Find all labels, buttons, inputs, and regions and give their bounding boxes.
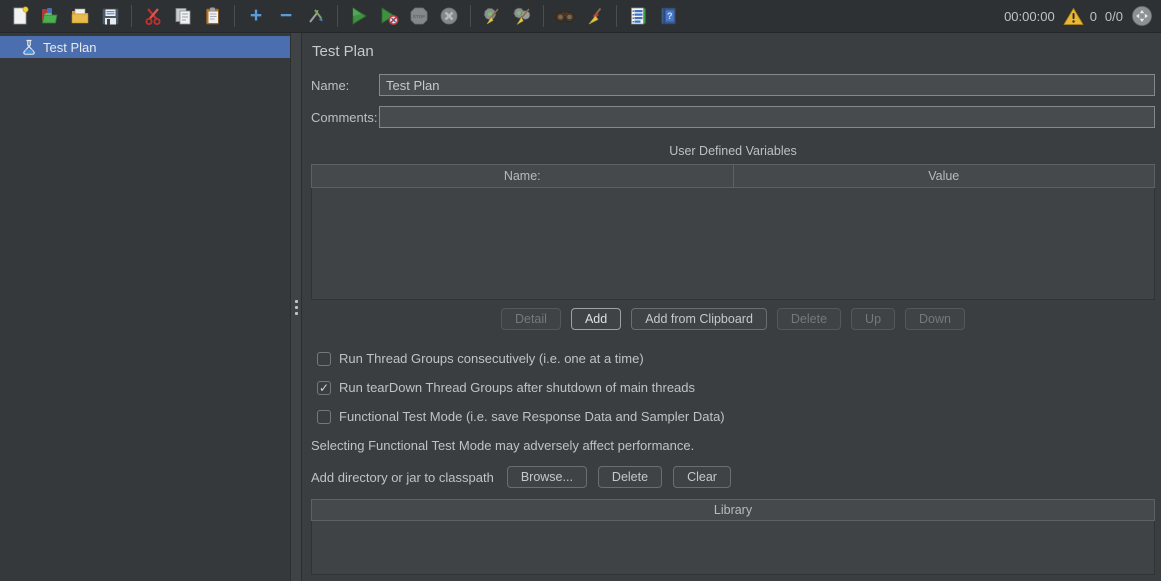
elapsed-timer: 00:00:00 xyxy=(1004,9,1055,24)
save-icon xyxy=(101,7,120,26)
classpath-label: Add directory or jar to classpath xyxy=(311,470,494,485)
search-reset-button[interactable] xyxy=(581,3,609,30)
search-icon xyxy=(554,6,576,26)
shutdown-button[interactable] xyxy=(435,3,463,30)
new-file-icon xyxy=(10,6,30,26)
name-input[interactable] xyxy=(379,74,1155,96)
library-column-header[interactable]: Library xyxy=(311,499,1155,521)
start-no-timers-icon xyxy=(379,6,400,26)
classpath-clear-button[interactable]: Clear xyxy=(673,466,731,488)
teardown-checkbox[interactable]: ✓ xyxy=(317,381,331,395)
functional-mode-note: Selecting Functional Test Mode may adver… xyxy=(311,438,1155,453)
classpath-section: Add directory or jar to classpath Browse… xyxy=(311,466,1155,488)
copy-icon xyxy=(173,6,193,26)
run-consecutively-checkbox[interactable] xyxy=(317,352,331,366)
svg-text:STOP: STOP xyxy=(413,14,425,19)
toolbar-separator xyxy=(234,5,235,27)
comments-label: Comments: xyxy=(311,110,379,125)
remote-indicator-icon xyxy=(1131,5,1153,27)
down-button[interactable]: Down xyxy=(905,308,965,330)
clear-button[interactable] xyxy=(478,3,506,30)
library-table-body[interactable] xyxy=(311,521,1155,575)
toolbar-separator xyxy=(337,5,338,27)
add-button[interactable]: Add xyxy=(571,308,621,330)
start-icon xyxy=(349,6,369,26)
tree-item-test-plan[interactable]: Test Plan xyxy=(0,36,290,58)
udv-button-row: Detail Add Add from Clipboard Delete Up … xyxy=(311,308,1155,330)
toolbar-status-area: 00:00:00 0 0/0 xyxy=(1004,5,1155,27)
toggle-icon xyxy=(306,6,326,26)
function-helper-icon xyxy=(628,6,648,26)
library-table: Library xyxy=(311,499,1155,575)
help-icon: ? xyxy=(659,6,678,26)
shutdown-icon xyxy=(439,6,459,26)
toolbar-separator xyxy=(470,5,471,27)
add-from-clipboard-button[interactable]: Add from Clipboard xyxy=(631,308,767,330)
clear-all-button[interactable] xyxy=(508,3,536,30)
functional-mode-checkbox[interactable] xyxy=(317,410,331,424)
delete-row-button[interactable]: Delete xyxy=(777,308,841,330)
run-consecutively-label: Run Thread Groups consecutively (i.e. on… xyxy=(339,351,644,366)
cut-button[interactable] xyxy=(139,3,167,30)
copy-button[interactable] xyxy=(169,3,197,30)
search-reset-icon xyxy=(585,6,605,26)
function-helper-button[interactable] xyxy=(624,3,652,30)
udv-table-header: Name: Value xyxy=(311,164,1155,188)
search-button[interactable] xyxy=(551,3,579,30)
clear-icon xyxy=(482,6,503,26)
cut-icon xyxy=(143,6,163,26)
save-button[interactable] xyxy=(96,3,124,30)
toolbar-separator xyxy=(616,5,617,27)
paste-icon xyxy=(203,6,223,26)
udv-table-body[interactable] xyxy=(311,188,1155,300)
detail-button[interactable]: Detail xyxy=(501,308,561,330)
start-button[interactable] xyxy=(345,3,373,30)
stop-icon: STOP xyxy=(409,6,429,26)
toggle-button[interactable] xyxy=(302,3,330,30)
start-no-timers-button[interactable] xyxy=(375,3,403,30)
toolbar-separator xyxy=(543,5,544,27)
udv-column-value[interactable]: Value xyxy=(733,165,1155,187)
page-title: Test Plan xyxy=(312,43,1155,60)
templates-icon xyxy=(40,6,60,26)
error-count: 0 xyxy=(1090,9,1097,24)
functional-mode-label: Functional Test Mode (i.e. save Response… xyxy=(339,409,725,424)
flask-icon xyxy=(22,39,36,55)
tree-item-label: Test Plan xyxy=(43,40,96,55)
clear-all-icon xyxy=(512,6,533,26)
zoom-in-button[interactable]: + xyxy=(242,3,270,30)
log-errors-indicator[interactable]: 0 xyxy=(1063,7,1097,26)
zoom-in-icon: + xyxy=(250,6,262,26)
zoom-out-icon: − xyxy=(280,6,292,26)
open-folder-icon xyxy=(70,6,90,26)
open-button[interactable] xyxy=(66,3,94,30)
svg-text:?: ? xyxy=(667,11,673,21)
zoom-out-button[interactable]: − xyxy=(272,3,300,30)
teardown-label: Run tearDown Thread Groups after shutdow… xyxy=(339,380,695,395)
udv-section-title: User Defined Variables xyxy=(311,144,1155,158)
browse-button[interactable]: Browse... xyxy=(507,466,587,488)
paste-button[interactable] xyxy=(199,3,227,30)
options-section: Run Thread Groups consecutively (i.e. on… xyxy=(311,351,1155,424)
thread-count: 0/0 xyxy=(1105,9,1123,24)
panel-splitter[interactable] xyxy=(290,33,302,581)
toolbar: + − STOP xyxy=(0,0,1161,33)
help-button[interactable]: ? xyxy=(654,3,682,30)
warning-icon xyxy=(1063,7,1084,26)
up-button[interactable]: Up xyxy=(851,308,895,330)
toolbar-separator xyxy=(131,5,132,27)
stop-button[interactable]: STOP xyxy=(405,3,433,30)
workspace: Test Plan Test Plan Name: Comments: User… xyxy=(0,33,1161,581)
name-label: Name: xyxy=(311,78,379,93)
test-plan-config-panel: Test Plan Name: Comments: User Defined V… xyxy=(302,33,1161,581)
new-file-button[interactable] xyxy=(6,3,34,30)
templates-button[interactable] xyxy=(36,3,64,30)
udv-column-name[interactable]: Name: xyxy=(312,165,733,187)
test-plan-tree: Test Plan xyxy=(0,33,290,581)
comments-input[interactable] xyxy=(379,106,1155,128)
classpath-delete-button[interactable]: Delete xyxy=(598,466,662,488)
